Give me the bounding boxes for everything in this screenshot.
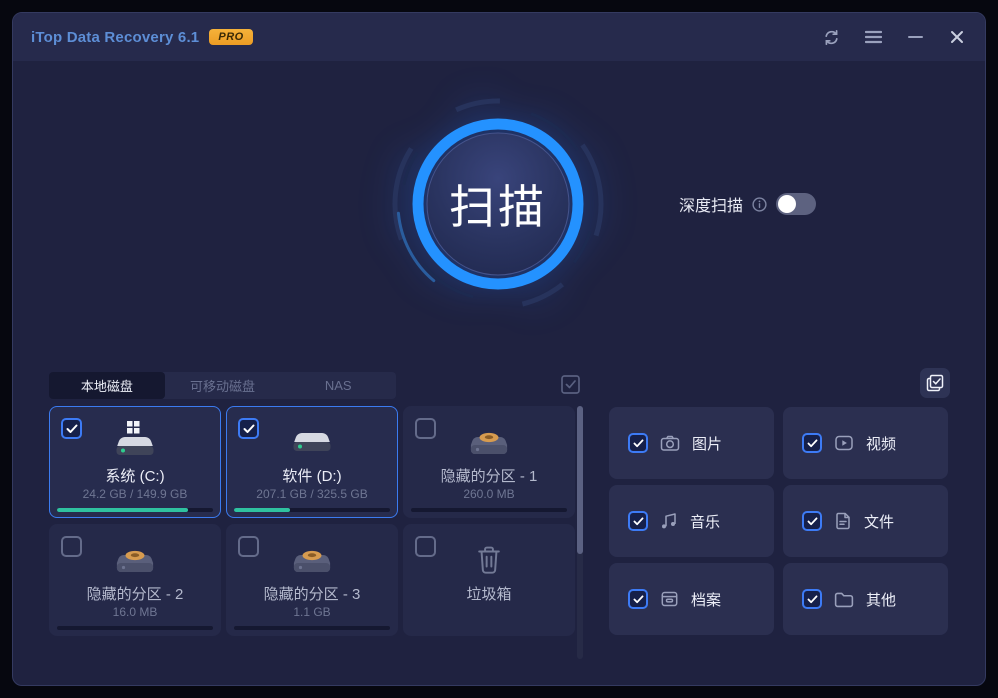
folder-icon: [833, 590, 855, 609]
file-type-label: 视频: [866, 433, 896, 454]
archive-icon: [659, 589, 680, 609]
file-type-card[interactable]: 文件: [783, 485, 948, 557]
file-type-card[interactable]: 视频: [783, 407, 948, 479]
deep-scan-row: 深度扫描: [679, 190, 816, 218]
drive-card[interactable]: 隐藏的分区 - 2 16.0 MB: [49, 524, 221, 636]
file-type-checkbox[interactable]: [802, 589, 822, 609]
drive-tab[interactable]: NAS: [280, 372, 396, 399]
drive-name: 系统 (C:): [50, 465, 220, 486]
drive-grid: 系统 (C:) 24.2 GB / 149.9 GB 软件 (D:) 207.1…: [49, 406, 575, 636]
drive-icon: [227, 419, 397, 459]
file-type-card[interactable]: 图片: [609, 407, 774, 479]
drive-usage-bar: [411, 508, 567, 512]
info-icon[interactable]: [752, 197, 767, 212]
drive-card[interactable]: 隐藏的分区 - 1 260.0 MB: [403, 406, 575, 518]
video-icon: [833, 433, 855, 453]
file-type-checkbox[interactable]: [628, 433, 648, 453]
drive-size: 16.0 MB: [50, 605, 220, 619]
menu-icon[interactable]: [863, 27, 883, 47]
select-all-file-types-icon[interactable]: [920, 368, 950, 398]
camera-icon: [659, 433, 681, 453]
refresh-icon[interactable]: [821, 27, 841, 47]
drive-size: 260.0 MB: [404, 487, 574, 501]
drive-usage-bar: [234, 508, 390, 512]
drive-usage-bar: [234, 626, 390, 630]
file-type-checkbox[interactable]: [628, 511, 648, 531]
file-type-card[interactable]: 音乐: [609, 485, 774, 557]
deep-scan-label: 深度扫描: [679, 192, 743, 216]
drive-size: 24.2 GB / 149.9 GB: [50, 487, 220, 501]
pro-badge: PRO: [209, 29, 252, 45]
hidden-partition-icon: [404, 419, 574, 459]
titlebar: iTop Data Recovery 6.1 PRO: [13, 13, 985, 61]
hidden-partition-icon: [50, 537, 220, 577]
drive-name: 垃圾箱: [404, 583, 574, 604]
tab-label: NAS: [325, 378, 352, 393]
drive-name: 软件 (D:): [227, 465, 397, 486]
app-window: iTop Data Recovery 6.1 PRO: [12, 12, 986, 686]
file-type-checkbox[interactable]: [802, 433, 822, 453]
file-type-label: 档案: [691, 589, 721, 610]
drive-tabs: 本地磁盘 可移动磁盘 NAS: [49, 372, 396, 399]
drive-tab[interactable]: 本地磁盘: [49, 372, 165, 399]
drive-card[interactable]: 垃圾箱: [403, 524, 575, 636]
system-drive-icon: [50, 419, 220, 459]
minimize-icon[interactable]: [905, 27, 925, 47]
drive-list-scrollbar[interactable]: [577, 406, 583, 659]
drive-usage-bar: [57, 626, 213, 630]
scan-button[interactable]: 扫描: [390, 96, 606, 312]
drive-size: 1.1 GB: [227, 605, 397, 619]
deep-scan-toggle[interactable]: [776, 193, 816, 215]
toggle-knob: [778, 195, 796, 213]
tab-label: 可移动磁盘: [190, 376, 255, 395]
select-all-drives-icon[interactable]: [560, 374, 581, 400]
scan-button-label[interactable]: 扫描: [390, 96, 606, 312]
file-type-label: 文件: [864, 511, 894, 532]
file-type-card[interactable]: 档案: [609, 563, 774, 635]
file-type-grid: 图片 视频 音乐 文件 档案 其他: [609, 407, 948, 635]
file-type-label: 图片: [692, 433, 722, 454]
drive-name: 隐藏的分区 - 3: [227, 583, 397, 604]
file-type-label: 音乐: [690, 511, 720, 532]
drive-name: 隐藏的分区 - 1: [404, 465, 574, 486]
drive-tab[interactable]: 可移动磁盘: [165, 372, 281, 399]
tab-label: 本地磁盘: [81, 376, 133, 395]
drive-usage-bar: [57, 508, 213, 512]
file-type-checkbox[interactable]: [628, 589, 648, 609]
close-icon[interactable]: [947, 27, 967, 47]
app-title: iTop Data Recovery 6.1: [31, 29, 199, 46]
hidden-partition-icon: [227, 537, 397, 577]
file-type-label: 其他: [866, 589, 896, 610]
scrollbar-thumb[interactable]: [577, 406, 583, 554]
music-icon: [659, 511, 679, 531]
drive-size: 207.1 GB / 325.5 GB: [227, 487, 397, 501]
file-type-card[interactable]: 其他: [783, 563, 948, 635]
drive-card[interactable]: 系统 (C:) 24.2 GB / 149.9 GB: [49, 406, 221, 518]
drive-card[interactable]: 隐藏的分区 - 3 1.1 GB: [226, 524, 398, 636]
drive-name: 隐藏的分区 - 2: [50, 583, 220, 604]
trash-icon: [404, 537, 574, 577]
file-type-checkbox[interactable]: [802, 511, 822, 531]
document-icon: [833, 511, 853, 531]
drive-card[interactable]: 软件 (D:) 207.1 GB / 325.5 GB: [226, 406, 398, 518]
